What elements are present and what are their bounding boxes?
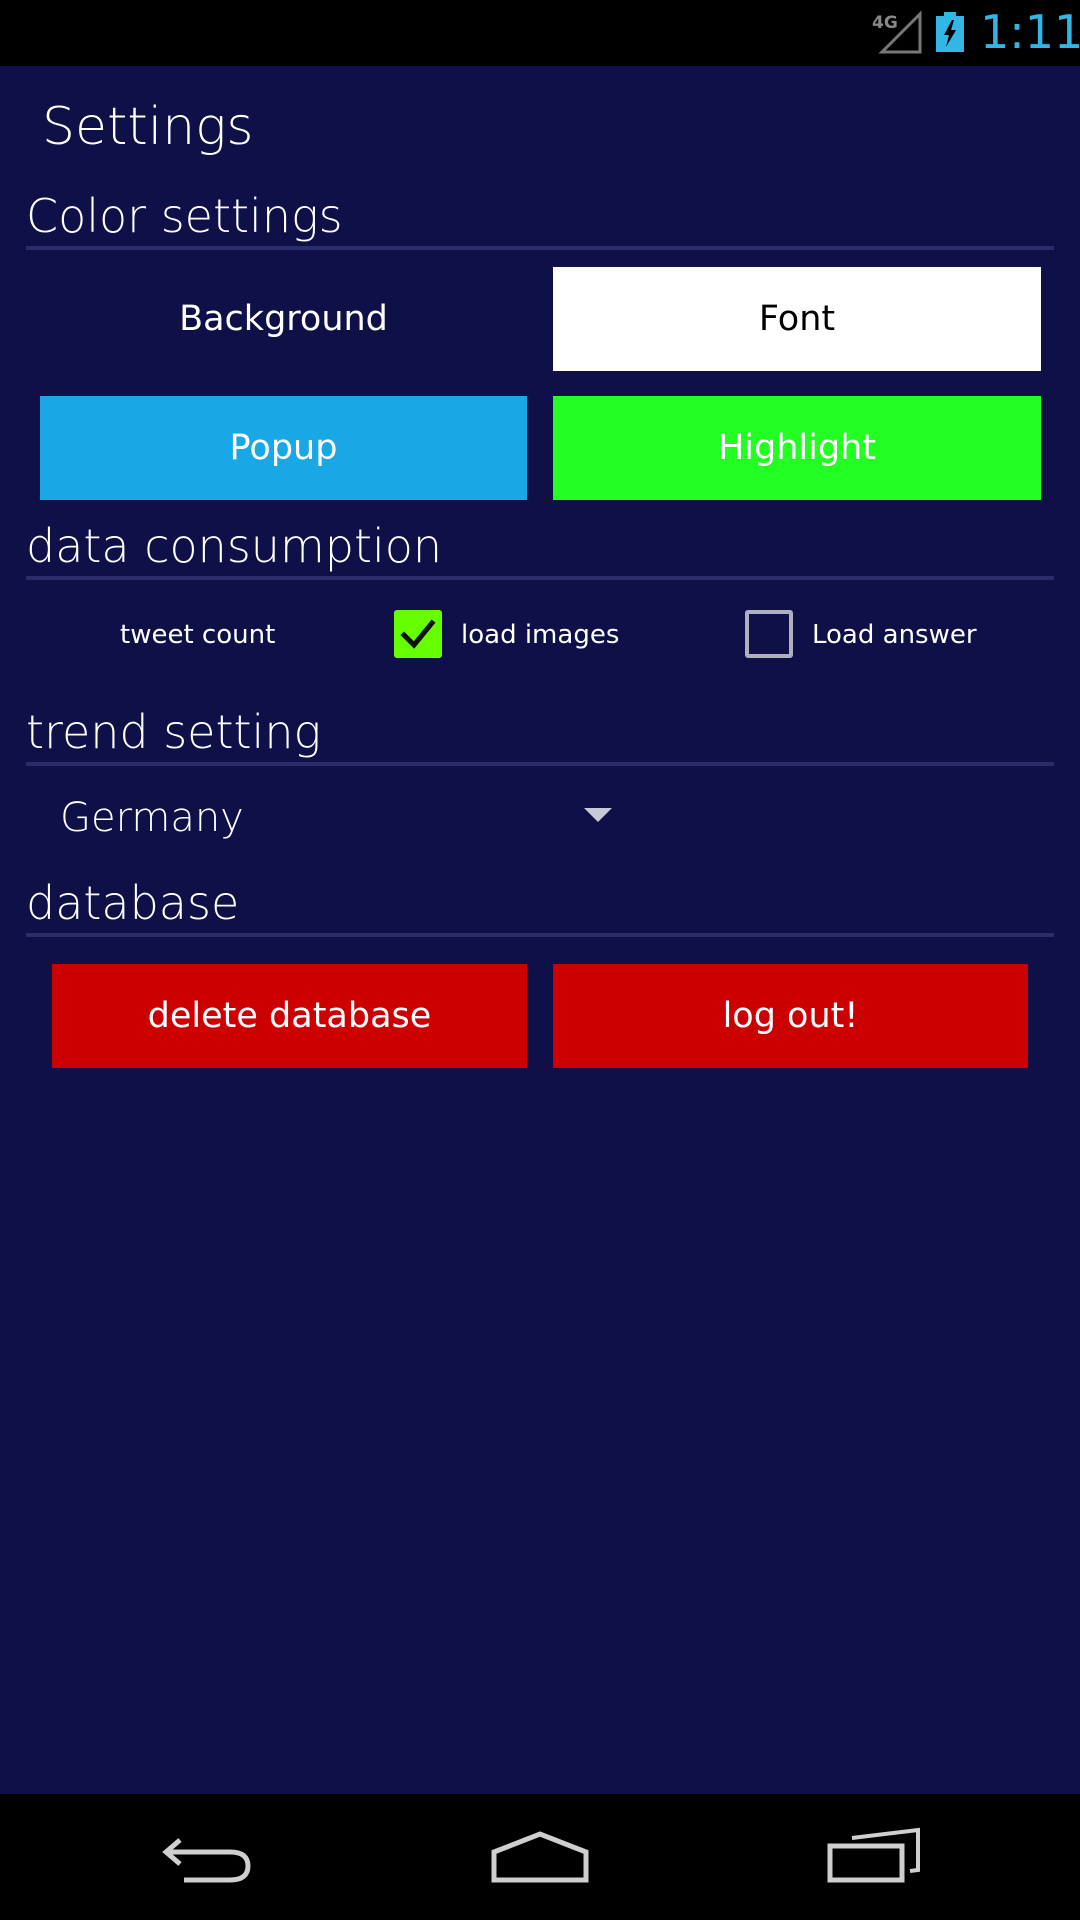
status-bar: 4G 1:11 — [0, 0, 1080, 66]
highlight-color-button[interactable]: Highlight — [553, 396, 1041, 500]
load-answer-checkbox[interactable] — [745, 610, 793, 658]
battery-charging-icon — [936, 12, 964, 52]
selected-country: Germany — [60, 795, 244, 841]
home-icon[interactable] — [490, 1830, 590, 1886]
navigation-bar — [0, 1794, 1080, 1920]
color-settings-heading: Color settings — [26, 189, 343, 243]
tweet-count-label[interactable]: tweet count — [120, 615, 275, 655]
background-color-button[interactable]: Background — [40, 267, 527, 371]
load-answer-label: Load answer — [812, 620, 977, 650]
back-icon[interactable] — [160, 1830, 256, 1886]
dropdown-arrow-icon — [584, 808, 612, 822]
recent-apps-icon[interactable] — [826, 1826, 922, 1886]
section-divider — [26, 576, 1054, 580]
font-color-button[interactable]: Font — [553, 267, 1041, 371]
signal-icon: 4G — [872, 10, 922, 54]
load-answer-checkbox-row[interactable]: Load answer — [745, 610, 985, 660]
log-out-button[interactable]: log out! — [553, 964, 1028, 1068]
country-spinner[interactable]: Germany — [26, 782, 626, 854]
trend-setting-heading: trend setting — [26, 705, 322, 759]
clock: 1:11 — [980, 5, 1080, 59]
database-heading: database — [26, 876, 240, 930]
data-consumption-heading: data consumption — [26, 519, 443, 573]
delete-database-button[interactable]: delete database — [52, 964, 527, 1068]
popup-color-button[interactable]: Popup — [40, 396, 527, 500]
load-images-checkbox-row[interactable]: load images — [394, 610, 624, 660]
section-divider — [26, 933, 1054, 937]
section-divider — [26, 246, 1054, 250]
network-type: 4G — [872, 13, 898, 33]
page-title: Settings — [42, 97, 254, 157]
checkmark-icon — [400, 619, 436, 649]
load-images-label: load images — [461, 620, 620, 650]
load-images-checkbox[interactable] — [394, 610, 442, 658]
section-divider — [26, 762, 1054, 766]
